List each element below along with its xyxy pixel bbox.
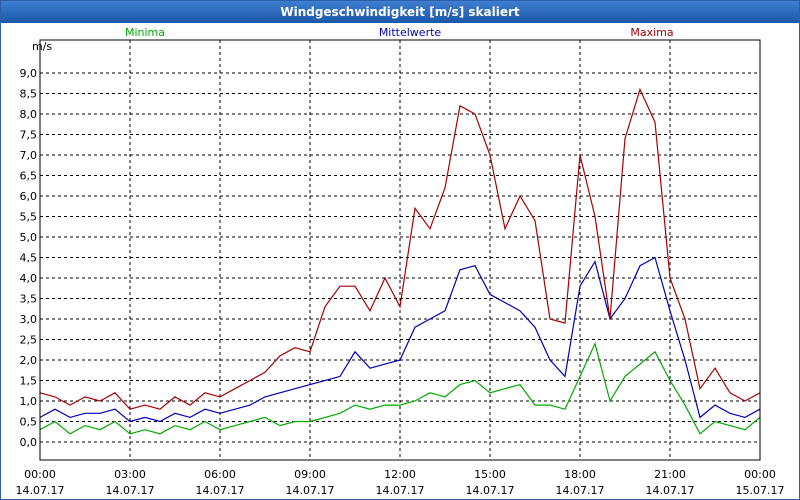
y-tick-label: 9,0 [20,67,38,80]
y-tick-label: 0,0 [20,436,38,449]
y-tick-label: 4,0 [20,272,38,285]
x-tick-date: 14.07.17 [106,484,155,497]
y-tick-label: 5,0 [20,231,38,244]
y-tick-label: 1,0 [20,395,38,408]
y-tick-label: 8,5 [20,88,38,101]
y-tick-label: 7,0 [20,149,38,162]
y-axis-ticks: 0,0 0,5 1,0 1,5 2,0 2,5 3,0 3,5 4,0 4,5 5,0 5,5 6,0 6… [20,67,38,449]
y-tick-label: 4,5 [20,252,38,265]
y-tick-label: 2,0 [20,354,38,367]
x-tick-time: 03:00 [114,468,146,481]
x-tick-date: 14.07.17 [646,484,695,497]
x-tick-time: 12:00 [384,468,416,481]
x-tick-time: 09:00 [294,468,326,481]
y-tick-label: 7,5 [20,129,38,142]
y-axis-label: m/s [32,40,52,53]
y-tick-label: 6,5 [20,170,38,183]
x-tick-time: 00:00 [24,468,56,481]
x-tick-time: 21:00 [654,468,686,481]
x-tick-time: 00:00 [744,468,776,481]
y-tick-label: 8,0 [20,108,38,121]
x-tick-date: 14.07.17 [466,484,515,497]
x-tick-date: 14.07.17 [286,484,335,497]
y-tick-label: 1,5 [20,375,38,388]
legend-mittelwerte: Mittelwerte [379,26,442,39]
grid [40,40,760,460]
y-tick-label: 0,5 [20,416,38,429]
wind-speed-chart: 0,0 0,5 1,0 1,5 2,0 2,5 3,0 3,5 4,0 4,5 5,0 5,5 6,0 6… [16,26,785,497]
x-tick-time: 18:00 [564,468,596,481]
x-tick-time: 15:00 [474,468,506,481]
x-axis-ticks: 00:00 14.07.17 03:00 14.07.17 06:00 14.07.17 0… [16,468,785,497]
y-tick-label: 2,5 [20,334,38,347]
y-tick-label: 6,0 [20,190,38,203]
x-tick-date: 14.07.17 [196,484,245,497]
x-tick-time: 06:00 [204,468,236,481]
y-tick-label: 5,5 [20,211,38,224]
x-tick-date: 14.07.17 [16,484,65,497]
x-tick-date: 14.07.17 [376,484,425,497]
y-tick-label: 3,0 [20,313,38,326]
x-tick-date: 14.07.17 [556,484,605,497]
y-tick-label: 3,5 [20,293,38,306]
legend-minima: Minima [125,26,165,39]
legend-maxima: Maxima [630,26,673,39]
x-tick-date: 15.07.17 [736,484,785,497]
